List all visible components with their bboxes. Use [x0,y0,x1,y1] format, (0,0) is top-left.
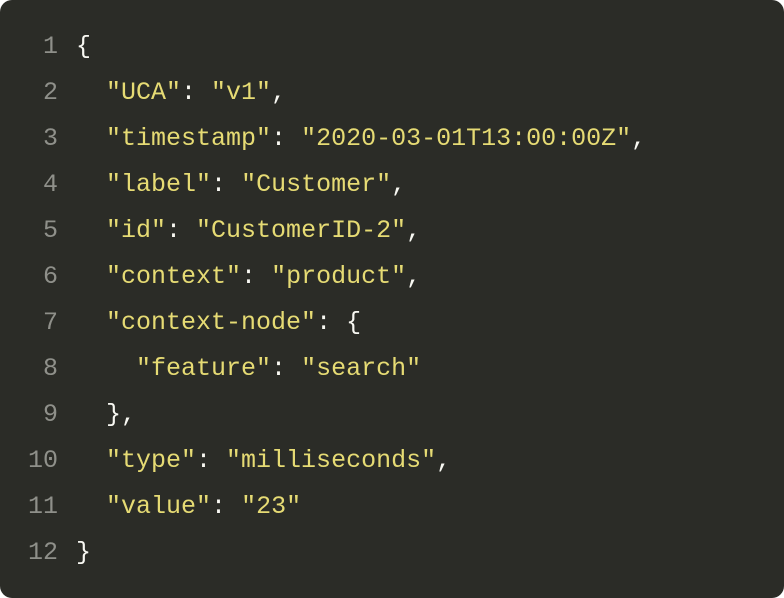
token-key: "context-node" [106,308,316,337]
token-str: "milliseconds" [226,446,436,475]
token-str: "Customer" [241,170,391,199]
token-key: "context" [106,262,241,291]
token-colon: : [166,216,196,245]
token-colon: : [196,446,226,475]
token-pn: , [271,78,286,107]
token-key: "feature" [136,354,271,383]
line-content: "UCA": "v1", [76,70,784,116]
line-content: }, [76,392,784,438]
token-key: "timestamp" [106,124,271,153]
line-number: 1 [0,24,76,70]
token-colon: : [316,308,346,337]
token-key: "label" [106,170,211,199]
token-pn [76,308,106,337]
token-pn [76,492,106,521]
token-colon: : [211,492,241,521]
token-str: "2020-03-01T13:00:00Z" [301,124,631,153]
token-key: "value" [106,492,211,521]
line-content: } [76,530,784,576]
token-pn: , [436,446,451,475]
line-number: 11 [0,484,76,530]
line-content: "type": "milliseconds", [76,438,784,484]
line-number: 12 [0,530,76,576]
line-number: 5 [0,208,76,254]
token-pn: , [406,262,421,291]
line-number: 10 [0,438,76,484]
token-key: "UCA" [106,78,181,107]
line-number: 4 [0,162,76,208]
code-line: 2 "UCA": "v1", [0,70,784,116]
line-number: 2 [0,70,76,116]
line-number: 7 [0,300,76,346]
line-content: "id": "CustomerID-2", [76,208,784,254]
token-str: "CustomerID-2" [196,216,406,245]
line-content: "label": "Customer", [76,162,784,208]
token-pn [76,262,106,291]
token-colon: : [271,124,301,153]
token-str: "v1" [211,78,271,107]
token-key: "type" [106,446,196,475]
line-content: { [76,24,784,70]
code-line: 8 "feature": "search" [0,346,784,392]
code-line: 7 "context-node": { [0,300,784,346]
token-pn: { [76,32,91,61]
token-pn [76,124,106,153]
token-pn: { [346,308,361,337]
token-colon: : [271,354,301,383]
code-line: 6 "context": "product", [0,254,784,300]
code-line: 1{ [0,24,784,70]
token-key: "id" [106,216,166,245]
code-line: 11 "value": "23" [0,484,784,530]
code-line: 12} [0,530,784,576]
line-content: "timestamp": "2020-03-01T13:00:00Z", [76,116,784,162]
token-pn [76,446,106,475]
code-line: 5 "id": "CustomerID-2", [0,208,784,254]
token-str: "product" [271,262,406,291]
code-line: 10 "type": "milliseconds", [0,438,784,484]
code-line: 3 "timestamp": "2020-03-01T13:00:00Z", [0,116,784,162]
token-pn [76,400,106,429]
line-number: 9 [0,392,76,438]
line-content: "context": "product", [76,254,784,300]
line-number: 3 [0,116,76,162]
token-colon: : [181,78,211,107]
token-pn: }, [106,400,136,429]
token-pn: , [391,170,406,199]
line-content: "context-node": { [76,300,784,346]
code-line: 4 "label": "Customer", [0,162,784,208]
token-pn: , [406,216,421,245]
token-pn [76,78,106,107]
token-pn [76,354,136,383]
token-pn: , [631,124,646,153]
line-content: "value": "23" [76,484,784,530]
token-colon: : [211,170,241,199]
code-lines: 1{2 "UCA": "v1",3 "timestamp": "2020-03-… [0,24,784,576]
line-content: "feature": "search" [76,346,784,392]
line-number: 8 [0,346,76,392]
line-number: 6 [0,254,76,300]
token-str: "search" [301,354,421,383]
token-pn [76,170,106,199]
code-block: 1{2 "UCA": "v1",3 "timestamp": "2020-03-… [0,0,784,598]
token-pn: } [76,538,91,567]
code-line: 9 }, [0,392,784,438]
token-str: "23" [241,492,301,521]
token-colon: : [241,262,271,291]
token-pn [76,216,106,245]
